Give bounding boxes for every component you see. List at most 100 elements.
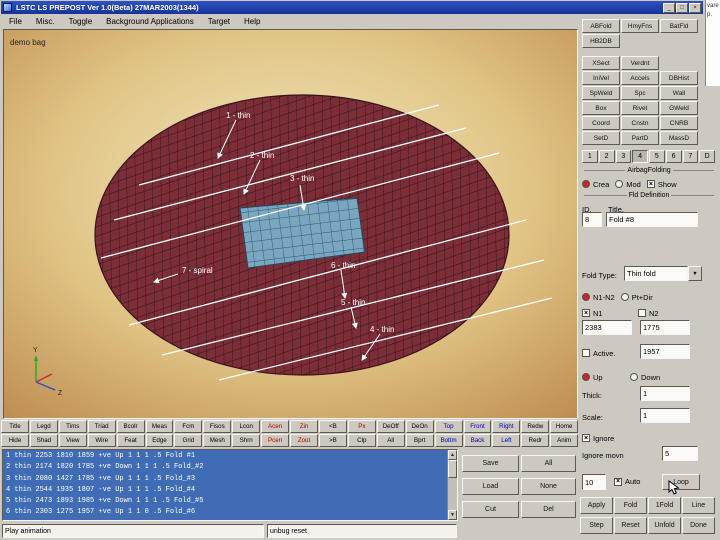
panel-button[interactable]: Cnstn (621, 116, 659, 130)
loop-count-field[interactable]: 10 (582, 474, 606, 490)
toolbar-button[interactable]: Legd (29, 420, 58, 433)
toolbar-button[interactable]: Redw (521, 420, 550, 433)
toolbar-button[interactable]: Wire (87, 434, 116, 447)
cut-button[interactable]: Cut (462, 501, 519, 518)
toolbar-button[interactable]: Shad (29, 434, 58, 447)
panel-button[interactable]: HmyFns (621, 19, 659, 33)
loop-button[interactable]: Loop (662, 474, 700, 490)
scroll-up-icon[interactable] (448, 450, 457, 460)
action-button[interactable]: Done (682, 516, 715, 534)
toolbar-button[interactable]: DeOff (376, 420, 405, 433)
ignore-checkbox[interactable]: Ignore (582, 434, 614, 443)
action-button[interactable]: Reset (614, 516, 647, 534)
page-tab[interactable]: 1 (582, 149, 598, 163)
action-button[interactable]: Apply (580, 496, 613, 514)
create-radio[interactable]: Crea (582, 180, 609, 189)
toolbar-button[interactable]: Redr (521, 434, 550, 447)
thick-field[interactable]: 1 (640, 386, 690, 401)
n2-checkbox[interactable]: N2 (638, 309, 659, 318)
none-button[interactable]: None (521, 478, 576, 495)
n1-checkbox[interactable]: N1 (582, 309, 632, 318)
panel-button[interactable]: Rivet (621, 101, 659, 115)
active-checkbox[interactable]: Active. (582, 349, 616, 358)
fold-list-row[interactable]: 6 thin 2303 1275 1957 +ve Up 1 1 0 .5 Fo… (6, 507, 444, 518)
scroll-down-icon[interactable] (448, 510, 457, 520)
toolbar-button[interactable]: Triad (87, 420, 116, 433)
menu-item[interactable]: Misc. (29, 17, 62, 26)
id-field[interactable]: 8 (582, 212, 602, 227)
toolbar-button[interactable]: Zin (290, 420, 318, 433)
action-button[interactable]: Line (682, 496, 715, 514)
toolbar-button[interactable]: Left (492, 434, 521, 447)
fold-list-row[interactable]: 4 thin 2544 1935 1807 -ve Up 1 1 1 .5 Fo… (6, 485, 444, 496)
dropdown-arrow-icon[interactable] (688, 266, 702, 281)
toolbar-button[interactable]: <B (318, 420, 347, 433)
fold-list-row[interactable]: 1 thin 2253 1810 1859 +ve Up 1 1 1 .5 Fo… (6, 451, 444, 462)
n1n2-radio[interactable]: N1-N2 (582, 293, 615, 302)
panel-button[interactable]: SpWeld (582, 86, 620, 100)
page-tab[interactable]: 3 (615, 149, 632, 163)
panel-button[interactable]: Wall (660, 86, 698, 100)
page-tab[interactable]: D (699, 149, 715, 163)
menu-item[interactable]: Help (237, 17, 267, 26)
toolbar-button[interactable]: Hide (1, 434, 29, 447)
toolbar-button[interactable]: Title (1, 420, 29, 433)
toolbar-button[interactable]: Grid (174, 434, 203, 447)
panel-button[interactable]: SetD (582, 131, 620, 145)
toolbar-button[interactable]: Px (347, 420, 376, 433)
panel-button[interactable]: MassD (660, 131, 698, 145)
toolbar-button[interactable]: Bcolr (116, 420, 145, 433)
panel-button[interactable]: PartD (621, 131, 659, 145)
list-scrollbar[interactable] (447, 450, 457, 520)
page-tab[interactable]: 4 (632, 149, 648, 163)
toolbar-button[interactable]: >B (318, 434, 347, 447)
toolbar-button[interactable]: Edge (145, 434, 174, 447)
panel-button[interactable]: IniVel (582, 71, 620, 85)
load-button[interactable]: Load (462, 478, 519, 495)
panel-button[interactable]: DBHist (660, 71, 698, 85)
ptdir-radio[interactable]: Pt+Dir (620, 293, 653, 302)
toolbar-button[interactable]: Clp (347, 434, 376, 447)
panel-button[interactable]: CNRB (660, 116, 698, 130)
toolbar-button[interactable]: Fcm (174, 420, 203, 433)
toolbar-button[interactable]: Right (492, 420, 521, 433)
action-button[interactable]: Unfold (648, 516, 681, 534)
panel-button[interactable]: Accels (621, 71, 659, 85)
panel-button[interactable]: ABFold (582, 19, 620, 33)
toolbar-button[interactable]: Shrn (232, 434, 261, 447)
toolbar-button[interactable]: Bottm (434, 434, 463, 447)
action-button[interactable]: Step (580, 516, 613, 534)
panel-button[interactable]: Coord (582, 116, 620, 130)
toolbar-button[interactable]: Pcen (261, 434, 290, 447)
all-button[interactable]: All (521, 455, 576, 472)
toolbar-button[interactable]: Feat (116, 434, 145, 447)
up-radio[interactable]: Up (582, 373, 624, 382)
toolbar-button[interactable]: Zout (290, 434, 318, 447)
panel-button[interactable]: GWeld (660, 101, 698, 115)
panel-button[interactable]: Spc (621, 86, 659, 100)
toolbar-button[interactable]: Meas (145, 420, 174, 433)
del-button[interactable]: Del (521, 501, 576, 518)
viewport-3d[interactable]: 1 - thin 2 - thin 3 - thin 7 - spiral 6 … (3, 29, 578, 419)
scrollbar-thumb[interactable] (448, 460, 457, 478)
toolbar-button[interactable]: Home (550, 420, 579, 433)
menu-item[interactable]: Toggle (62, 17, 100, 26)
action-button[interactable]: Fold (614, 496, 647, 514)
panel-button[interactable]: Box (582, 101, 620, 115)
modify-radio[interactable]: Mod (615, 180, 641, 189)
scale-field[interactable]: 1 (640, 408, 690, 423)
action-button[interactable]: 1Fold (648, 496, 681, 514)
menu-item[interactable]: Target (201, 17, 237, 26)
fold-list-row[interactable]: 2 thin 2174 1820 1785 +ve Down 1 1 1 .5 … (6, 462, 444, 473)
toolbar-button[interactable]: Fisos (203, 420, 232, 433)
n1-field[interactable]: 2383 (582, 320, 632, 335)
page-tab[interactable]: 2 (598, 149, 615, 163)
save-button[interactable]: Save (462, 455, 519, 472)
ignore-movn-field[interactable]: 5 (662, 446, 698, 461)
n2-field[interactable]: 1775 (640, 320, 690, 335)
page-tab[interactable]: 7 (682, 149, 699, 163)
toolbar-button[interactable]: Top (434, 420, 463, 433)
panel-button[interactable]: BatFld (660, 19, 698, 33)
fold-list-row[interactable]: 5 thin 2473 1893 1985 +ve Down 1 1 1 .5 … (6, 496, 444, 507)
toolbar-button[interactable]: Bprt (405, 434, 434, 447)
